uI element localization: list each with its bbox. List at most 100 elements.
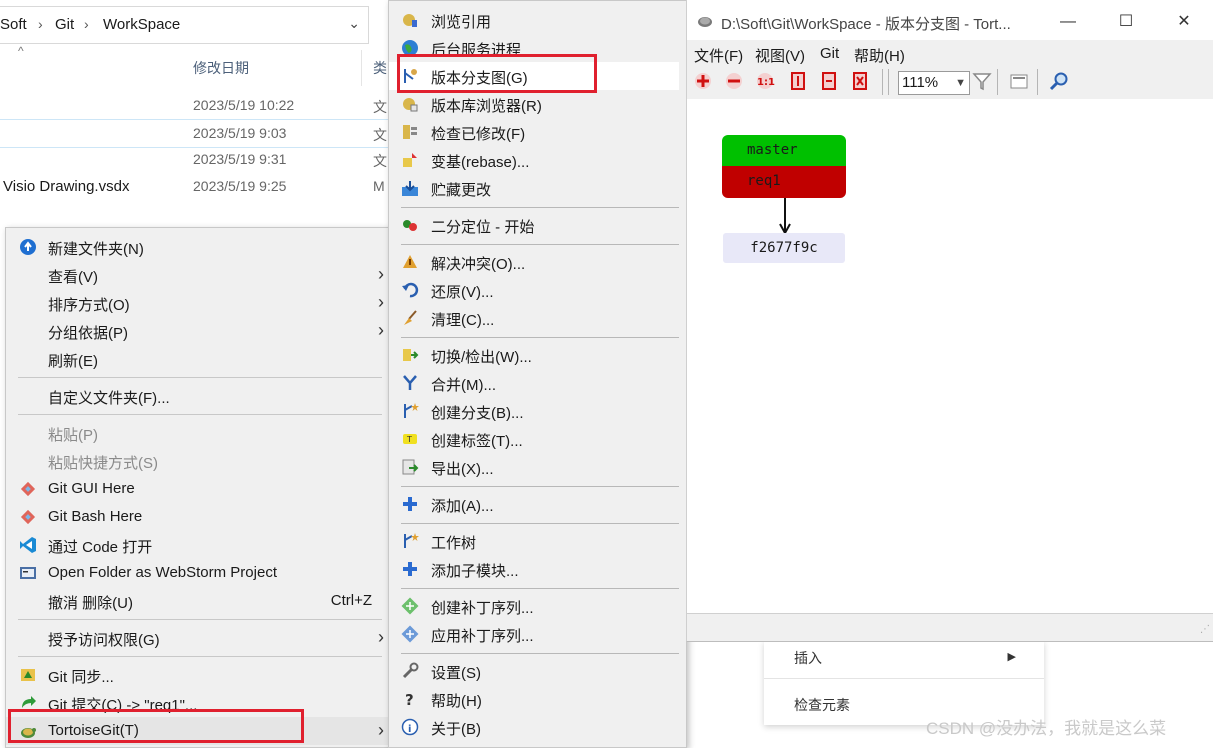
column-modified-date[interactable]: 修改日期 (193, 58, 249, 78)
search-icon[interactable] (1049, 71, 1069, 91)
column-type[interactable]: 类 (373, 58, 387, 78)
menu-item-settings[interactable]: 设置(S) (389, 657, 679, 685)
menu-item-rebase[interactable]: 变基(rebase)... (389, 146, 679, 174)
fit-window-icon[interactable] (850, 71, 870, 91)
menu-git[interactable]: Git (820, 45, 839, 62)
menu-item-label: 排序方式(O) (48, 297, 130, 314)
info-icon: i (401, 718, 419, 736)
menu-item-label: 新建文件夹(N) (48, 241, 144, 258)
menu-view[interactable]: 视图(V) (755, 45, 805, 66)
menu-item-create-patch[interactable]: 创建补丁序列... (389, 592, 679, 620)
menu-item-stash[interactable]: 贮藏更改 (389, 174, 679, 202)
toolbar-separator (888, 69, 889, 95)
menu-item-label: Git Bash Here (48, 508, 143, 525)
title-bar[interactable]: D:\Soft\Git\WorkSpace - 版本分支图 - Tort... … (687, 0, 1213, 40)
breadcrumb-git[interactable]: Git (55, 16, 74, 33)
watermark-text: CSDN @没办法，我就是这么菜 (926, 719, 1167, 738)
branch-node-req1[interactable]: req1 (722, 166, 846, 198)
file-row[interactable]: Visio Drawing.vsdx 2023/5/19 9:25 M (0, 173, 390, 200)
menu-item-view[interactable]: 查看(V) › (6, 261, 390, 289)
chevron-right-icon: › (84, 16, 89, 32)
menu-item-add[interactable]: 添加(A)... (389, 490, 679, 518)
zoom-select[interactable]: 111% ▼ (898, 71, 970, 95)
menu-item-revert[interactable]: 还原(V)... (389, 276, 679, 304)
menu-item-group-by[interactable]: 分组依据(P) › (6, 317, 390, 345)
menu-item-worktree[interactable]: 工作树 (389, 527, 679, 555)
browser-context-menu: 插入 ▶ 检查元素 (764, 641, 1044, 725)
menu-item-merge[interactable]: 合并(M)... (389, 369, 679, 397)
menu-item-git-sync[interactable]: Git 同步... (6, 661, 390, 689)
chevron-right-icon: › (378, 264, 384, 284)
menu-item-browse-references[interactable]: 浏览引用 (389, 6, 679, 34)
git-icon (19, 508, 37, 526)
fit-height-icon[interactable] (788, 71, 808, 91)
toolbar-separator (882, 69, 883, 95)
menu-item-about[interactable]: i 关于(B) (389, 713, 679, 741)
zoom-out-icon[interactable] (724, 71, 744, 91)
branch-node-master[interactable]: master (722, 135, 846, 166)
menu-item-label: 应用补丁序列... (431, 628, 534, 645)
menu-item-git-bash[interactable]: Git Bash Here (6, 503, 390, 531)
menu-item-resolve-conflicts[interactable]: 解决冲突(O)... (389, 248, 679, 276)
branch-label: master (747, 142, 798, 158)
chevron-down-icon[interactable]: ⌄ (348, 15, 360, 32)
menu-item-repo-browser[interactable]: 版本库浏览器(R) (389, 90, 679, 118)
menu-item-label: 变基(rebase)... (431, 154, 530, 171)
menu-separator (401, 588, 679, 589)
breadcrumb-soft[interactable]: Soft (0, 16, 27, 33)
file-type: 文 (373, 127, 387, 143)
graph-canvas[interactable]: master req1 f2677f9c (687, 99, 1213, 613)
menu-item-sort-by[interactable]: 排序方式(O) › (6, 289, 390, 317)
menu-item-create-tag[interactable]: T 创建标签(T)... (389, 425, 679, 453)
highlight-box (8, 709, 304, 743)
menu-item-customize-folder[interactable]: 自定义文件夹(F)... (6, 382, 390, 410)
plus-icon (401, 560, 419, 578)
menu-item-label: Git GUI Here (48, 480, 135, 497)
stash-icon (401, 179, 419, 197)
menu-item-new-folder[interactable]: 新建文件夹(N) (6, 233, 390, 261)
menu-help[interactable]: 帮助(H) (854, 45, 905, 66)
menu-item-undo-delete[interactable]: 撤消 删除(U) Ctrl+Z (6, 587, 390, 615)
svg-text:1:1: 1:1 (757, 77, 775, 88)
menu-item-label: 解决冲突(O)... (431, 256, 526, 273)
menu-item-label: 分组依据(P) (48, 325, 128, 342)
menu-item-git-gui[interactable]: Git GUI Here (6, 475, 390, 503)
menu-item-open-with-code[interactable]: 通过 Code 打开 (6, 531, 390, 559)
tag-icon: T (401, 430, 419, 448)
filter-icon[interactable] (972, 71, 992, 91)
file-row[interactable]: 2023/5/19 10:22 文 (0, 92, 390, 119)
maximize-icon[interactable]: ☐ (1111, 9, 1141, 35)
toolbar: 1:1 111% ▼ (687, 66, 1213, 98)
menu-item-switch-checkout[interactable]: 切换/检出(W)... (389, 341, 679, 369)
breadcrumb-workspace[interactable]: WorkSpace (103, 16, 180, 33)
file-row[interactable]: 2023/5/19 9:03 文 (0, 119, 390, 148)
menu-item-label: 关于(B) (431, 721, 481, 738)
file-type: 文 (373, 153, 387, 169)
file-row[interactable]: 2023/5/19 9:31 文 (0, 146, 390, 173)
menu-item-create-branch[interactable]: 创建分支(B)... (389, 397, 679, 425)
menu-file[interactable]: 文件(F) (694, 45, 743, 66)
zoom-100-icon[interactable]: 1:1 (755, 71, 775, 91)
resize-grip-icon[interactable]: ⋰ (1200, 624, 1210, 635)
menu-item-add-submodule[interactable]: 添加子模块... (389, 555, 679, 583)
menu-item-export[interactable]: 导出(X)... (389, 453, 679, 481)
overview-icon[interactable] (1009, 71, 1029, 91)
menu-item-open-webstorm[interactable]: Open Folder as WebStorm Project (6, 559, 390, 587)
fit-width-icon[interactable] (819, 71, 839, 91)
minimize-icon[interactable]: — (1053, 9, 1083, 35)
menu-item-bisect-start[interactable]: 二分定位 - 开始 (389, 211, 679, 239)
menu-item-cleanup[interactable]: 清理(C)... (389, 304, 679, 332)
menu-item-check-modifications[interactable]: 检查已修改(F) (389, 118, 679, 146)
menu-item-paste: 粘贴(P) (6, 419, 390, 447)
menu-item-inspect[interactable]: 检查元素 (794, 695, 850, 715)
menu-item-apply-patch[interactable]: 应用补丁序列... (389, 620, 679, 648)
menu-item-insert[interactable]: 插入 (794, 648, 822, 668)
commit-node[interactable]: f2677f9c (723, 233, 845, 263)
menu-item-label: 刷新(E) (48, 353, 98, 370)
menu-item-help[interactable]: ? 帮助(H) (389, 685, 679, 713)
menu-item-give-access[interactable]: 授予访问权限(G) › (6, 624, 390, 652)
close-icon[interactable]: ✕ (1169, 9, 1199, 35)
address-bar[interactable]: Soft › Git › WorkSpace ⌄ (0, 6, 369, 44)
menu-item-refresh[interactable]: 刷新(E) (6, 345, 390, 373)
zoom-in-icon[interactable] (693, 71, 713, 91)
